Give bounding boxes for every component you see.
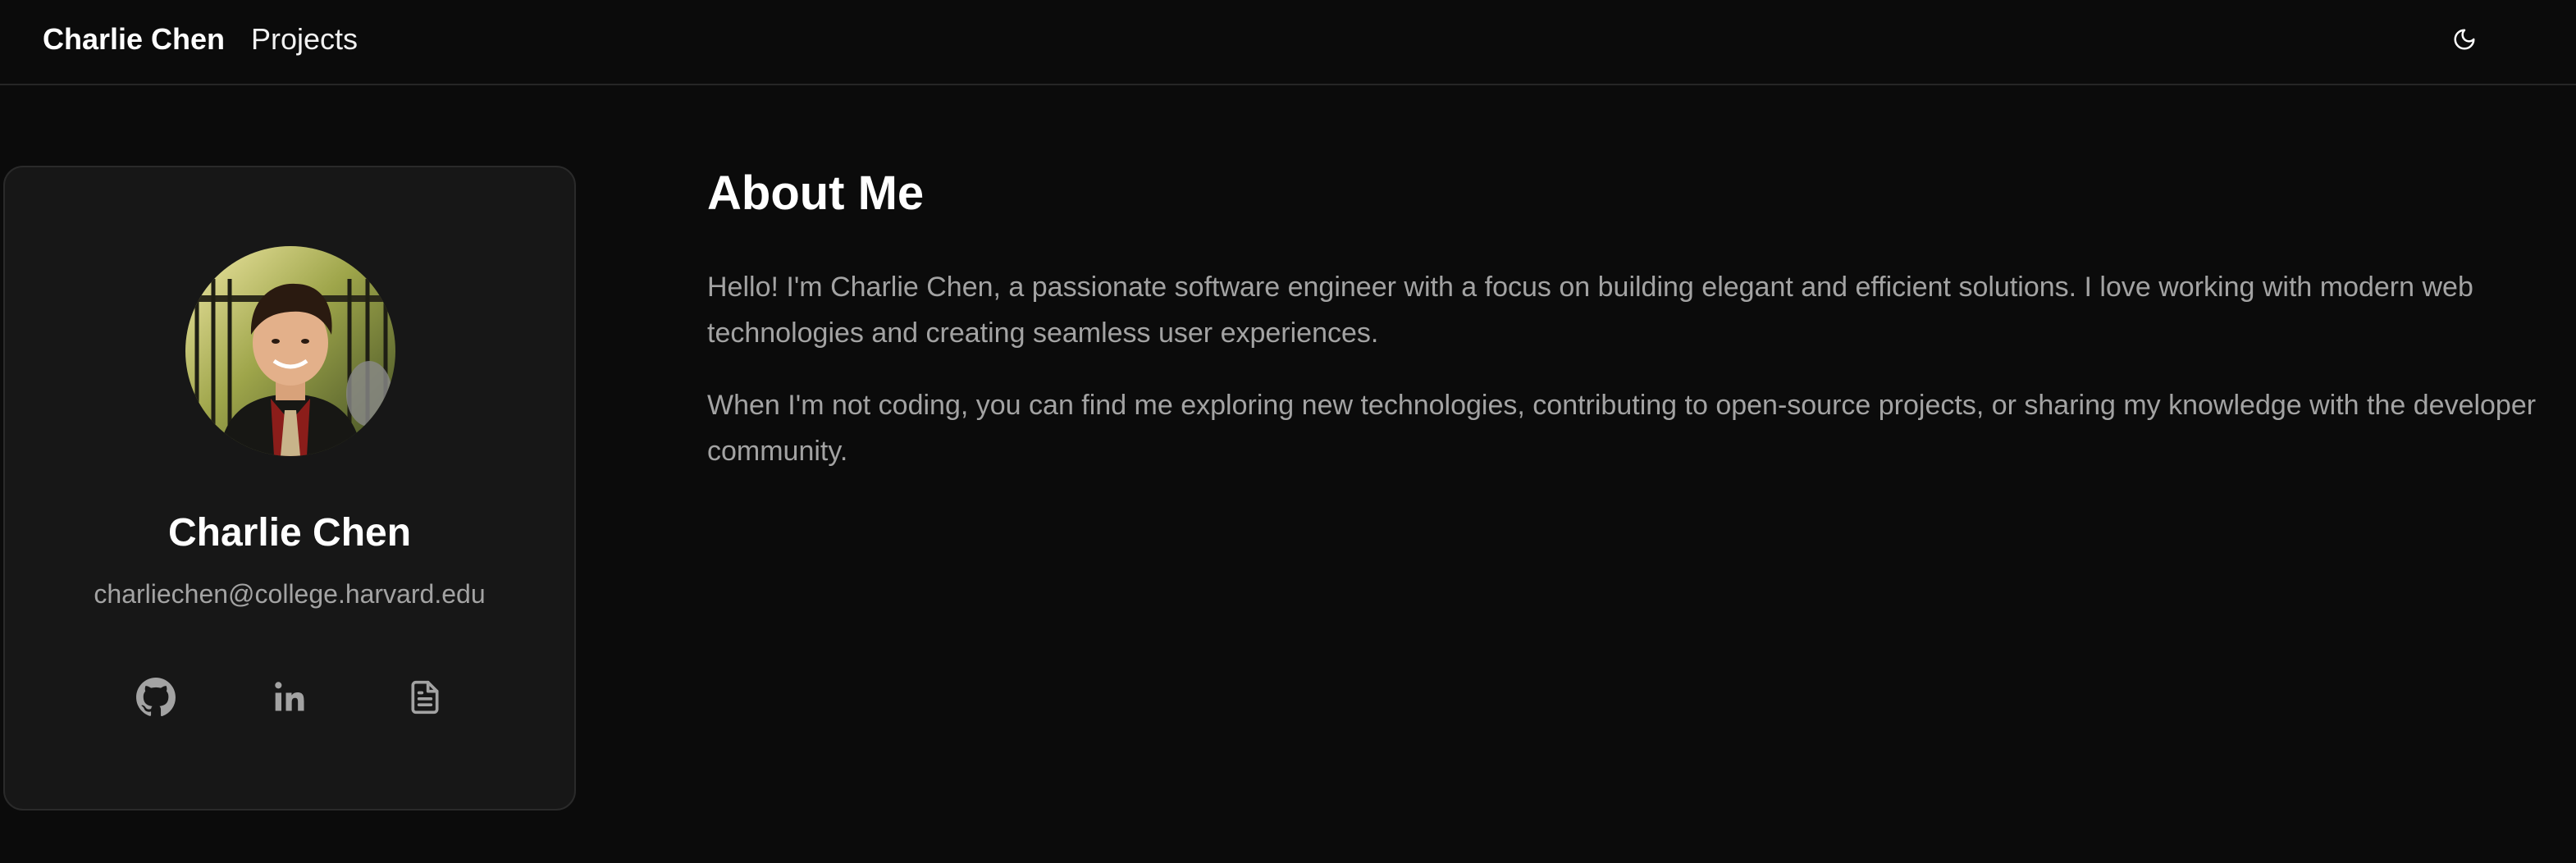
linkedin-icon [275,682,304,711]
about-paragraph: When I'm not coding, you can find me exp… [707,390,2537,467]
github-icon [136,678,176,717]
moon-icon [2454,29,2475,50]
document-icon [411,680,439,715]
about-paragraph: Hello! I'm Charlie Chen, a passionate so… [707,272,2473,349]
profile-name: Charlie Chen [167,511,412,555]
about-heading: About Me [707,167,925,220]
nav-link-projects[interactable]: Projects [251,21,358,57]
avatar-photo [185,246,395,456]
profile-card: Charlie Chen charliechen@college.harvard… [3,166,576,810]
theme-toggle-button[interactable] [2441,21,2487,57]
linkedin-link[interactable] [267,674,313,720]
resume-link[interactable] [402,674,448,720]
avatar [185,246,395,456]
brand-link[interactable]: Charlie Chen [43,21,225,57]
profile-email: charliechen@college.harvard.edu [94,579,486,609]
top-navbar: Charlie Chen Projects [0,0,2576,85]
github-link[interactable] [133,674,179,720]
